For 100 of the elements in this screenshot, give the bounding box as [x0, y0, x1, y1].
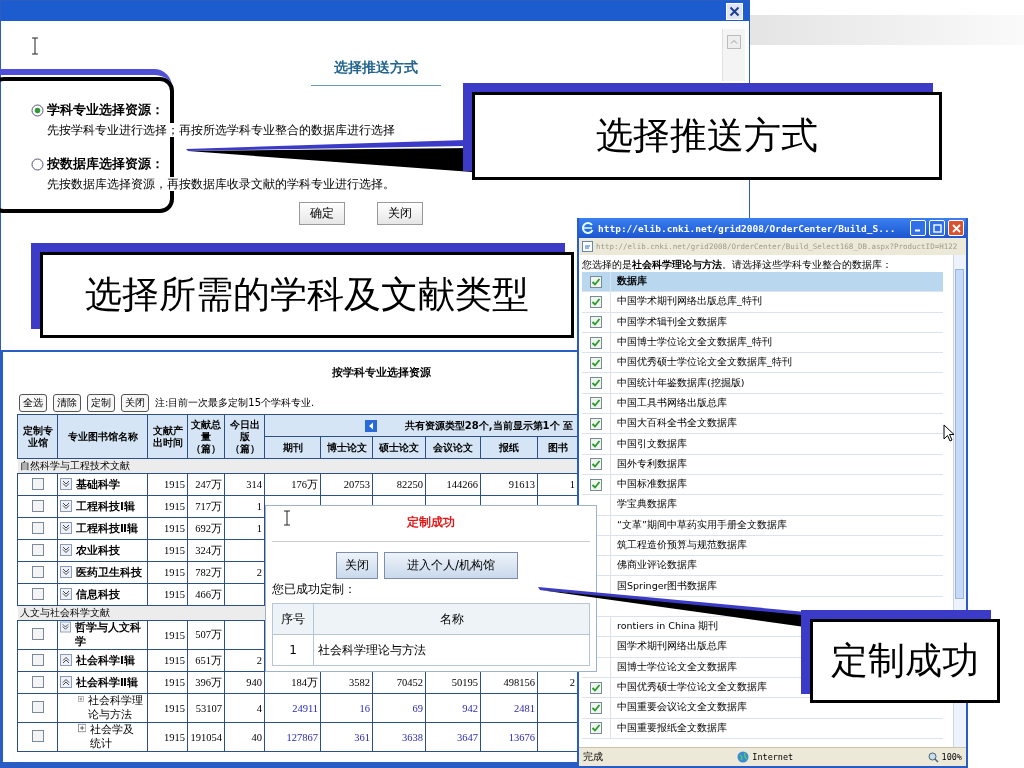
column-header: 文献产出时间 — [147, 414, 188, 459]
zone-text: Internet — [752, 752, 794, 762]
minimize-icon[interactable] — [910, 220, 926, 236]
table-cell: 782万 — [187, 561, 225, 584]
zoom-level[interactable]: 100% — [941, 752, 962, 762]
checkbox[interactable] — [590, 397, 602, 410]
chevron-down-icon[interactable] — [60, 565, 72, 578]
database-name: 国学术期刊网络出版总库 — [616, 639, 727, 654]
table-cell: 176万 — [264, 473, 321, 496]
dialog-button[interactable]: 进入个人/机构馆 — [384, 552, 519, 579]
checkbox[interactable] — [31, 675, 44, 688]
checkbox[interactable] — [590, 681, 602, 694]
checkbox[interactable] — [31, 565, 44, 578]
toolbar-button[interactable]: 关闭 — [121, 394, 149, 412]
database-name: 中国引文数据库 — [616, 436, 687, 451]
plus-box-icon[interactable] — [78, 694, 84, 704]
checkbox[interactable] — [31, 730, 44, 742]
chevron-up-icon[interactable] — [60, 653, 72, 666]
table-cell: 69 — [372, 693, 426, 723]
checkbox[interactable] — [590, 701, 602, 714]
arrow-left-icon[interactable] — [364, 419, 377, 432]
dialog-button[interactable]: 关闭 — [377, 202, 423, 225]
checkbox[interactable] — [590, 722, 602, 735]
zoom-icon[interactable] — [927, 751, 939, 763]
checkbox[interactable] — [31, 701, 44, 713]
plus-box-icon[interactable] — [78, 723, 87, 733]
column-header: 定制专业馆 — [17, 414, 58, 459]
dialog-heading: 定制成功 — [272, 514, 590, 542]
toolbar-button[interactable]: 定制 — [87, 394, 115, 412]
checkbox[interactable] — [590, 438, 602, 450]
scrollbar[interactable] — [722, 29, 745, 81]
table-cell: 1 — [224, 517, 265, 540]
close-icon[interactable] — [726, 2, 743, 20]
table-cell: 1915 — [147, 722, 188, 752]
type-summary: 共有资源类型28个,当前显示第1个 至 — [404, 419, 573, 432]
database-name: 中国工具书网络出版总库 — [616, 395, 727, 410]
checkbox[interactable] — [590, 275, 602, 288]
toolbar-button[interactable]: 清除 — [53, 394, 81, 412]
database-name: 中国标准数据库 — [616, 477, 687, 492]
checkbox[interactable] — [31, 521, 44, 534]
checkbox[interactable] — [590, 336, 602, 349]
table-cell: 127867 — [264, 722, 321, 752]
column-header: 序号 — [272, 603, 314, 635]
checkbox[interactable] — [590, 458, 602, 471]
checkbox[interactable] — [31, 628, 44, 640]
checkbox[interactable] — [31, 587, 44, 600]
table-cell: 466万 — [187, 583, 225, 606]
database-name: rontiers in China 期刊 — [616, 619, 719, 634]
dialog-button[interactable]: 关闭 — [336, 552, 378, 579]
table-cell: 191054 — [187, 722, 225, 752]
dialog-button[interactable]: 确定 — [299, 202, 345, 225]
table-cell: 1 — [224, 495, 265, 518]
chevron-down-icon[interactable] — [60, 587, 72, 600]
table-cell: 1915 — [147, 620, 188, 650]
chevron-down-icon[interactable] — [60, 521, 72, 534]
window-heading: 按学科专业选择资源 — [331, 366, 432, 380]
radio-button[interactable] — [31, 104, 44, 117]
table-cell: 1915 — [147, 693, 188, 723]
table-cell: 324万 — [187, 539, 225, 562]
table-cell: 1 — [272, 634, 314, 666]
table-cell: 1915 — [147, 561, 188, 584]
table-cell: 1915 — [147, 473, 188, 496]
checkbox[interactable] — [590, 377, 602, 390]
database-name: 中国大百科全书全文数据库 — [616, 416, 737, 431]
checkbox[interactable] — [590, 478, 602, 491]
chevron-up-icon[interactable] — [60, 675, 72, 688]
chevron-down-icon[interactable] — [60, 499, 72, 512]
chevron-down-icon[interactable] — [60, 477, 72, 490]
database-name: 国Springer图书数据库 — [616, 578, 718, 593]
toolbar-button[interactable]: 全选 — [19, 394, 47, 412]
table-cell: 1915 — [147, 671, 188, 694]
globe-icon — [737, 751, 750, 763]
checkbox[interactable] — [31, 499, 44, 512]
table-cell: 144266 — [425, 473, 481, 496]
window-title: http://elib.cnki.net/grid2008/OrderCenter/Build_S... — [598, 222, 897, 234]
close-icon[interactable] — [948, 220, 964, 236]
table-cell: 91613 — [480, 473, 538, 496]
checkbox[interactable] — [590, 316, 602, 329]
database-name: “文革”期间中草药实用手册全文数据库 — [616, 517, 787, 532]
chevron-down-icon[interactable] — [60, 543, 72, 556]
checkbox[interactable] — [31, 543, 44, 556]
table-cell: 651万 — [187, 649, 225, 672]
checkbox[interactable] — [590, 356, 602, 369]
column-header: 名称 — [313, 603, 590, 635]
column-header: 数据库 — [616, 274, 647, 289]
table-cell: 20753 — [320, 473, 373, 496]
maximize-icon[interactable] — [929, 220, 945, 236]
column-header: 文献总量（篇） — [187, 414, 225, 459]
checkbox[interactable] — [590, 295, 602, 308]
table-cell: 16 — [320, 693, 373, 723]
checkbox[interactable] — [31, 477, 44, 490]
table-cell: 24911 — [264, 693, 321, 723]
checkbox[interactable] — [590, 417, 602, 430]
text-cursor-icon — [31, 37, 39, 55]
checkbox[interactable] — [31, 653, 44, 666]
radio-button[interactable] — [31, 158, 44, 171]
option-label: 按数据库选择资源： — [47, 156, 164, 173]
database-name: 国博士学位论文全文数据库 — [616, 659, 737, 674]
option-description: 先按学科专业进行选择；再按所选学科专业整合的数据库进行选择 — [47, 123, 395, 137]
column-header: 专业图书馆名称 — [57, 414, 148, 459]
